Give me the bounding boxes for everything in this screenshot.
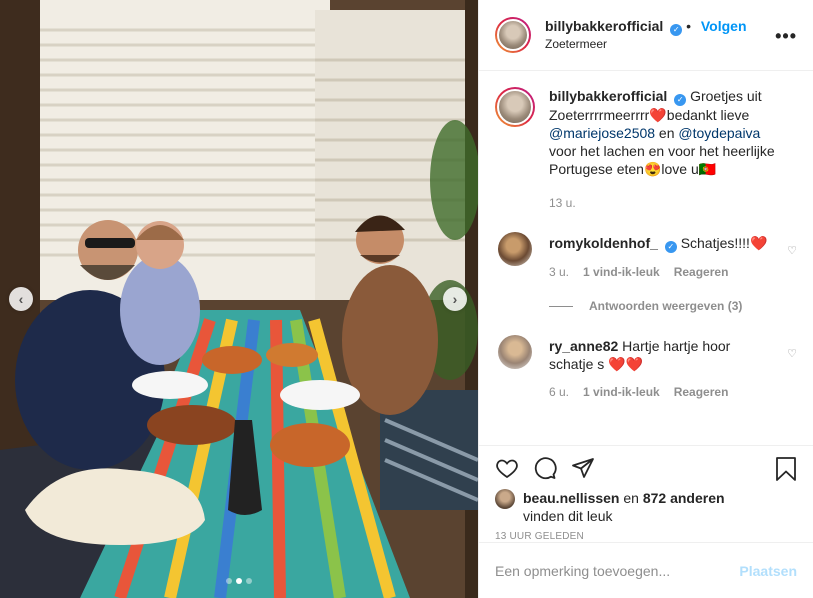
heart-emoji: ❤️ bbox=[649, 107, 667, 123]
flag-emoji: 🇵🇹 bbox=[698, 161, 717, 177]
post-dialog: ‹ › billybakkerofficial ✓ • Volgen Zoete… bbox=[0, 0, 813, 598]
avatar[interactable] bbox=[498, 335, 532, 369]
comment-username[interactable]: ry_anne82 bbox=[549, 338, 618, 354]
post-photo[interactable]: ‹ › bbox=[0, 0, 478, 598]
share-icon[interactable] bbox=[571, 456, 595, 480]
comment-like-icon[interactable]: ♡ bbox=[787, 347, 797, 360]
chevron-right-icon: › bbox=[452, 291, 458, 307]
verified-icon: ✓ bbox=[664, 241, 677, 253]
heart-icon[interactable] bbox=[495, 456, 519, 480]
comment-item: ry_anne82 Hartje hartje hoor schatje s ❤… bbox=[495, 335, 797, 401]
photo-scene bbox=[0, 0, 478, 598]
add-comment-bar: Plaatsen bbox=[479, 542, 813, 598]
verified-icon: ✓ bbox=[674, 94, 687, 106]
comment-list: billybakkerofficial ✓ Groetjes uit Zoete… bbox=[479, 71, 813, 445]
comment-time[interactable]: 3 u. bbox=[549, 263, 569, 281]
comment-icon[interactable] bbox=[533, 456, 557, 480]
heart-emoji: ❤️ bbox=[749, 235, 768, 251]
post-header: billybakkerofficial ✓ • Volgen Zoetermee… bbox=[479, 0, 813, 71]
likes-summary: beau.nellissen en 872 anderen vinden dit… bbox=[479, 489, 813, 525]
comment-username[interactable]: romykoldenhof_ bbox=[549, 235, 658, 251]
more-icon[interactable]: ••• bbox=[775, 26, 797, 47]
chevron-left-icon: ‹ bbox=[18, 291, 24, 307]
mention-link[interactable]: @toydepaiva bbox=[678, 125, 760, 141]
carousel-dot bbox=[246, 578, 252, 584]
reply-button[interactable]: Reageren bbox=[674, 263, 729, 281]
bookmark-icon[interactable] bbox=[775, 457, 797, 481]
location-link[interactable]: Zoetermeer bbox=[545, 36, 747, 53]
avatar[interactable] bbox=[495, 489, 515, 509]
liker-username[interactable]: beau.nellissen bbox=[523, 490, 619, 506]
comment-likes[interactable]: 1 vind-ik-leuk bbox=[583, 263, 660, 281]
comment-item: romykoldenhof_ ✓ Schatjes!!!!❤️ 3 u. 1 v… bbox=[495, 232, 797, 281]
emoji: 😍 bbox=[643, 161, 662, 177]
action-bar bbox=[479, 445, 813, 489]
caption-time[interactable]: 13 u. bbox=[549, 194, 576, 212]
heart-emoji: ❤️❤️ bbox=[608, 356, 644, 372]
comment-likes[interactable]: 1 vind-ik-leuk bbox=[583, 383, 660, 401]
next-slide-button[interactable]: › bbox=[443, 287, 467, 311]
carousel-indicator bbox=[0, 578, 478, 584]
comment-like-icon[interactable]: ♡ bbox=[787, 244, 797, 257]
avatar[interactable] bbox=[495, 87, 535, 127]
follow-button[interactable]: Volgen bbox=[701, 18, 747, 34]
caption: billybakkerofficial ✓ Groetjes uit Zoete… bbox=[495, 87, 797, 212]
mention-link[interactable]: @mariejose2508 bbox=[549, 125, 655, 141]
author-username[interactable]: billybakkerofficial bbox=[545, 18, 663, 34]
comment-input[interactable] bbox=[495, 562, 740, 579]
carousel-dot bbox=[226, 578, 232, 584]
avatar[interactable] bbox=[498, 232, 532, 266]
carousel-dot-active bbox=[236, 578, 242, 584]
likes-count[interactable]: 872 anderen bbox=[643, 490, 725, 506]
post-timestamp[interactable]: 13 UUR GELEDEN bbox=[479, 525, 813, 542]
avatar[interactable] bbox=[495, 17, 531, 53]
view-replies-button[interactable]: Antwoorden weergeven (3) bbox=[549, 299, 797, 313]
comment-text: Schatjes!!!! bbox=[680, 235, 750, 251]
post-comment-button[interactable]: Plaatsen bbox=[739, 563, 797, 579]
post-sidebar: billybakkerofficial ✓ • Volgen Zoetermee… bbox=[478, 0, 813, 598]
reply-button[interactable]: Reageren bbox=[674, 383, 729, 401]
caption-username[interactable]: billybakkerofficial bbox=[549, 88, 667, 104]
previous-slide-button[interactable]: ‹ bbox=[9, 287, 33, 311]
comment-time[interactable]: 6 u. bbox=[549, 383, 569, 401]
verified-icon: ✓ bbox=[670, 23, 683, 36]
likes-suffix: vinden dit leuk bbox=[523, 508, 613, 524]
